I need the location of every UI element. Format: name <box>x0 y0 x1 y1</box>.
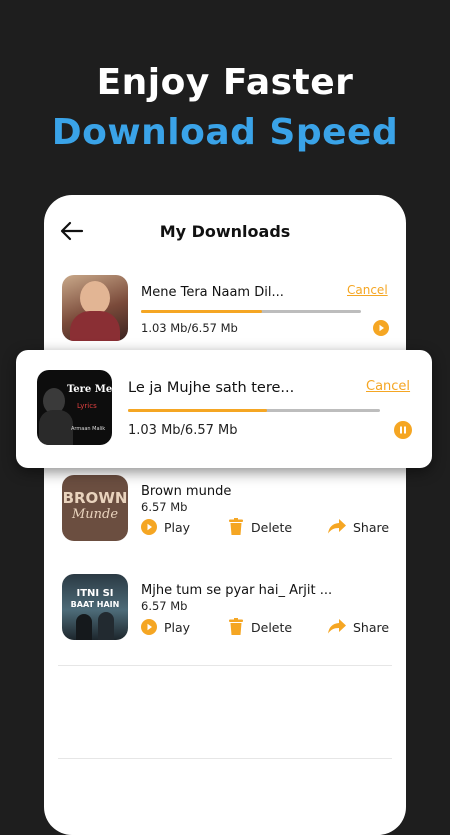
song-thumbnail: BROWN Munde <box>62 475 128 541</box>
page-title: My Downloads <box>159 222 291 241</box>
download-size: 1.03 Mb/6.57 Mb <box>128 423 238 438</box>
play-icon[interactable] <box>141 619 157 635</box>
download-row: ITNI SI BAAT HAIN Mjhe tum se pyar hai_ … <box>44 574 406 654</box>
thumbnail-text: BROWN <box>62 489 128 507</box>
play-button[interactable]: Play <box>164 620 190 635</box>
song-name: Mene Tera Naam Dil... <box>141 285 284 300</box>
progress-fill <box>141 310 262 313</box>
highlighted-download-card: Tere Mere Lyrics Armaan Malik Le ja Mujh… <box>16 350 432 468</box>
progress-bar <box>128 409 380 412</box>
progress-fill <box>128 409 267 412</box>
song-thumbnail: Tere Mere Lyrics Armaan Malik <box>37 370 112 445</box>
cancel-button[interactable]: Cancel <box>347 283 388 297</box>
play-icon[interactable] <box>373 320 389 336</box>
song-name: Mjhe tum se pyar hai_ Arjit ... <box>141 583 333 598</box>
thumbnail-text: Tere Mere <box>67 384 112 395</box>
download-size: 1.03 Mb/6.57 Mb <box>141 321 238 335</box>
divider <box>58 665 392 666</box>
delete-button[interactable]: Delete <box>251 520 292 535</box>
progress-bar <box>141 310 361 313</box>
play-button[interactable]: Play <box>164 520 190 535</box>
delete-button[interactable]: Delete <box>251 620 292 635</box>
thumbnail-text: ITNI SI <box>76 588 114 599</box>
file-size: 6.57 Mb <box>141 599 188 613</box>
share-icon[interactable] <box>328 619 346 634</box>
song-name: Le ja Mujhe sath tere... <box>128 380 295 396</box>
delete-icon[interactable] <box>229 618 243 635</box>
song-thumbnail: ITNI SI BAAT HAIN <box>62 574 128 640</box>
delete-icon[interactable] <box>229 518 243 535</box>
share-button[interactable]: Share <box>353 520 389 535</box>
cancel-button[interactable]: Cancel <box>366 379 410 394</box>
pause-icon[interactable] <box>394 421 412 439</box>
thumbnail-text: Munde <box>71 507 119 522</box>
file-size: 6.57 Mb <box>141 500 188 514</box>
play-icon[interactable] <box>141 519 157 535</box>
song-name: Brown munde <box>141 484 232 499</box>
download-row: Mene Tera Naam Dil... Cancel 1.03 Mb/6.5… <box>44 275 406 351</box>
download-row: BROWN Munde Brown munde 6.57 Mb Play Del… <box>44 475 406 555</box>
share-icon[interactable] <box>328 519 346 534</box>
thumbnail-text: Lyrics <box>77 402 97 410</box>
share-button[interactable]: Share <box>353 620 389 635</box>
divider <box>58 758 392 759</box>
thumbnail-text: BAAT HAIN <box>70 600 120 609</box>
thumbnail-text: Armaan Malik <box>71 426 106 432</box>
headline-line1: Enjoy Faster <box>96 62 354 103</box>
phone-screen: My Downloads Mene Tera Naam Dil... Cance… <box>44 195 406 835</box>
headline-line2: Download Speed <box>51 112 399 153</box>
song-thumbnail <box>62 275 128 341</box>
